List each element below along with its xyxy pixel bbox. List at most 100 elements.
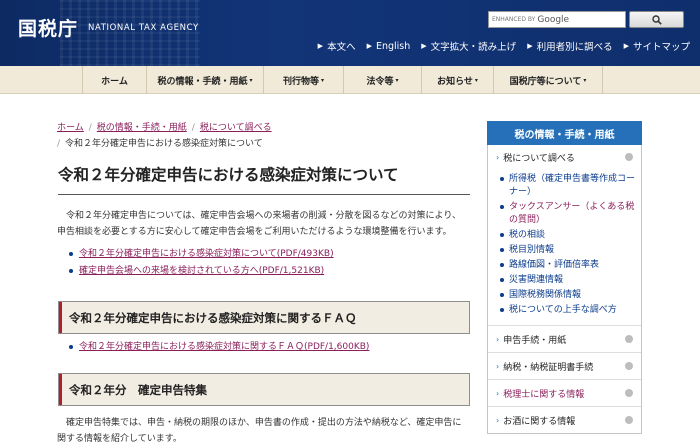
sidebar-subitem-route-price[interactable]: 路線価図・評価倍率表 [500, 259, 635, 272]
sidebar-subitem-consultation[interactable]: 税の相談 [500, 229, 635, 242]
breadcrumb-separator: / [88, 123, 92, 133]
util-link-label: サイトマップ [632, 42, 690, 53]
caret-down-icon: ▾ [395, 76, 399, 84]
expand-dot-icon [625, 389, 633, 397]
pdf-link-list: 令和２年分確定申告における感染症対策について(PDF/493KB) 確定申告会場… [67, 246, 477, 280]
caret-down-icon: ▾ [321, 76, 325, 84]
breadcrumb: ホーム / 税の情報・手続・用紙 / 税について調べる / 令和２年分確定申告における感染… [57, 120, 477, 152]
sidebar-subitem-income-tax[interactable]: 所得税（確定申告書等作成コーナー） [500, 173, 635, 199]
google-label: Google [537, 14, 570, 25]
caret-down-icon: ▾ [249, 76, 253, 84]
nav-label: 国税庁等について [509, 76, 582, 87]
sidebar-item-tax-accountant[interactable]: › 税理士に関する情報 [488, 379, 641, 406]
faq-link-list: 令和２年分確定申告における感染症対策に関するＦＡＱ(PDF/1,600KB) [67, 339, 477, 356]
chevron-right-icon: › [496, 152, 500, 162]
breadcrumb-current: 令和２年分確定申告における感染症対策について [65, 139, 263, 149]
chevron-right-icon: ▶ [527, 42, 533, 50]
nav-about[interactable]: 国税庁等について ▾ [493, 66, 603, 94]
enhanced-by-label: ENHANCED BY [492, 16, 536, 23]
page-title: 令和２年分確定申告における感染症対策について [58, 163, 470, 195]
search-icon [651, 14, 662, 25]
pdf-link-venue-visitors[interactable]: 確定申告会場への来場を検討されている方へ(PDF/1,521KB) [79, 266, 324, 276]
util-link-by-user[interactable]: ▶ 利用者別に調べる [527, 39, 612, 53]
sidebar-item-research[interactable]: › 税について調べる [488, 145, 641, 169]
breadcrumb-link-home[interactable]: ホーム [57, 123, 84, 133]
nav-label: お知らせ [437, 76, 473, 87]
search-input[interactable]: ENHANCED BY Google [488, 11, 626, 28]
header-building-texture [60, 0, 200, 66]
sidebar-title: 税の情報・手続・用紙 [487, 121, 642, 145]
util-link-label: English [375, 40, 411, 52]
sidebar-item-alcohol[interactable]: › お酒に関する情報 [488, 406, 641, 433]
nav-publications[interactable]: 刊行物等 ▾ [263, 66, 343, 94]
sidebar-subitem-disaster[interactable]: 災害関連情報 [500, 274, 635, 287]
chevron-right-icon: › [496, 361, 500, 371]
nav-label: 刊行物等 [282, 76, 319, 87]
utility-links: ▶ 本文へ ▶ English ▶ 文字拡大・読み上げ ▶ 利用者別に調べる ▶ サイトマ… [318, 39, 690, 54]
chevron-right-icon: ▶ [366, 42, 372, 50]
sidebar-subitem-how-to-research[interactable]: 税についての上手な調べ方 [500, 304, 635, 317]
site-logo-english: NATIONAL TAX AGENCY [88, 23, 199, 33]
caret-down-icon: ▾ [474, 76, 478, 84]
site-logo[interactable]: 国税庁 [18, 14, 78, 41]
sidebar-subitem-by-tax-type[interactable]: 税目別情報 [500, 244, 635, 257]
intro-paragraph: 令和２年分確定申告については、確定申告会場への来場者の削減・分散を図るなどの対策… [57, 211, 462, 237]
heading-accent-bar [59, 374, 62, 405]
sidebar-item-label: お酒に関する情報 [503, 416, 576, 427]
breadcrumb-separator: / [57, 139, 61, 149]
breadcrumb-link-tax-info[interactable]: 税の情報・手続・用紙 [97, 123, 187, 133]
section-heading-faq: 令和２年分確定申告における感染症対策に関するＦＡＱ [58, 301, 470, 334]
global-nav: ホーム 税の情報・手続・用紙 ▾ 刊行物等 ▾ 法令等 ▾ お知らせ ▾ 国税庁等につい… [0, 66, 700, 94]
sidebar-subitem-international[interactable]: 国際税務関係情報 [500, 289, 635, 302]
util-link-text-size[interactable]: ▶ 文字拡大・読み上げ [421, 39, 516, 53]
sidebar-menu: › 税について調べる 所得税（確定申告書等作成コーナー） タックスアンサー（よく… [487, 145, 642, 434]
sidebar-item-label: 税について調べる [503, 153, 575, 164]
list-item: 令和２年分確定申告における感染症対策について(PDF/493KB) [67, 246, 477, 263]
nav-label: 税の情報・手続・用紙 [157, 76, 248, 87]
sidebar-submenu: 所得税（確定申告書等作成コーナー） タックスアンサー（よくある税の質問） 税の相… [488, 169, 641, 325]
caret-down-icon: ▾ [583, 76, 587, 84]
chevron-right-icon: ▶ [317, 42, 324, 50]
sidebar-item-label: 税理士に関する情報 [503, 389, 585, 400]
heading-accent-bar [59, 302, 62, 333]
util-link-label: 文字拡大・読み上げ [430, 42, 517, 53]
expand-dot-icon [625, 153, 633, 161]
sidebar-subitem-tax-answer[interactable]: タックスアンサー（よくある税の質問） [500, 201, 635, 227]
site-header: 国税庁 NATIONAL TAX AGENCY ENHANCED BY Goog… [0, 0, 700, 66]
util-link-skip-to-content[interactable]: ▶ 本文へ [318, 39, 356, 53]
pdf-link-covid-measures[interactable]: 令和２年分確定申告における感染症対策について(PDF/493KB) [79, 249, 334, 259]
chevron-right-icon: › [496, 415, 500, 425]
section-heading-text: 令和２年分確定申告における感染症対策に関するＦＡＱ [69, 310, 357, 325]
breadcrumb-link-research[interactable]: 税について調べる [200, 123, 272, 133]
nav-label: 法令等 [366, 76, 394, 87]
nav-tax-info[interactable]: 税の情報・手続・用紙 ▾ [146, 66, 263, 94]
nav-news[interactable]: お知らせ ▾ [421, 66, 493, 94]
section-heading-special: 令和２年分 確定申告特集 [58, 373, 470, 406]
sidebar-item-label: 納税・納税証明書手続 [503, 362, 594, 373]
list-item: 令和２年分確定申告における感染症対策に関するＦＡＱ(PDF/1,600KB) [67, 339, 477, 356]
section-heading-text: 令和２年分 確定申告特集 [69, 382, 207, 397]
chevron-right-icon: ▶ [421, 42, 427, 50]
util-link-english[interactable]: ▶ English [367, 39, 411, 53]
nav-home[interactable]: ホーム [82, 66, 146, 94]
nav-label: ホーム [101, 76, 128, 87]
sidebar: 税の情報・手続・用紙 › 税について調べる 所得税（確定申告書等作成コーナー） … [487, 121, 642, 434]
chevron-right-icon: › [496, 334, 500, 344]
util-link-sitemap[interactable]: ▶ サイトマップ [624, 39, 690, 53]
pdf-link-faq[interactable]: 令和２年分確定申告における感染症対策に関するＦＡＱ(PDF/1,600KB) [79, 342, 369, 352]
expand-dot-icon [625, 335, 633, 343]
util-link-label: 本文へ [327, 42, 356, 53]
list-item: 確定申告会場への来場を検討されている方へ(PDF/1,521KB) [67, 263, 477, 280]
sidebar-item-filing[interactable]: › 申告手続・用紙 [488, 325, 641, 352]
sidebar-item-payment[interactable]: › 納税・納税証明書手続 [488, 352, 641, 379]
chevron-right-icon: ▶ [623, 42, 629, 50]
util-link-label: 利用者別に調べる [536, 42, 613, 53]
expand-dot-icon [625, 416, 633, 424]
expand-dot-icon [625, 362, 633, 370]
sidebar-item-label: 申告手続・用紙 [503, 335, 567, 346]
breadcrumb-separator: / [191, 123, 195, 133]
special-paragraph: 確定申告特集では、申告・納税の期限のほか、申告書の作成・提出の方法や納税など、確… [57, 418, 462, 444]
nav-laws[interactable]: 法令等 ▾ [343, 66, 421, 94]
search-button[interactable] [629, 11, 684, 28]
chevron-right-icon: › [496, 388, 500, 398]
